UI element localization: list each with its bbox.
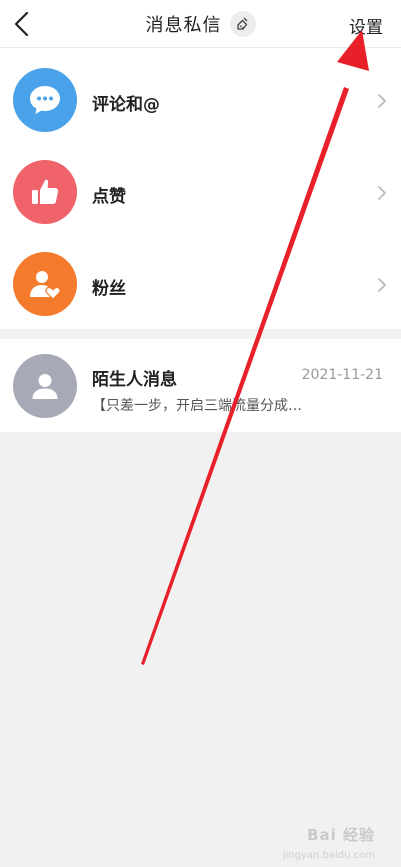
stranger-avatar: [13, 354, 77, 418]
row-comments-mentions[interactable]: 评论和@: [0, 48, 401, 140]
row-likes[interactable]: 点赞: [0, 140, 401, 232]
page-title: 消息私信: [145, 15, 222, 36]
chevron-right-icon: [378, 278, 386, 292]
chevron-right-icon: [378, 186, 386, 200]
broom-icon: [236, 17, 247, 30]
row-label-comments: 评论和@: [92, 95, 160, 115]
watermark-logo: Bai 经验: [307, 826, 375, 844]
top-nav-bar: 消息私信 设置: [0, 0, 401, 48]
fans-avatar: [13, 252, 77, 316]
row-label-fans: 粉丝: [92, 279, 126, 299]
thumbs-up-icon: [32, 179, 59, 204]
person-icon: [32, 374, 58, 399]
stranger-message-item[interactable]: 陌生人消息 2021-11-21 【只差一步，开启三端流量分成…: [0, 339, 401, 432]
comments-avatar: [13, 68, 77, 132]
chevron-right-icon: [378, 94, 386, 108]
likes-avatar: [13, 160, 77, 224]
stranger-title: 陌生人消息: [92, 370, 177, 390]
stranger-preview: 【只差一步，开启三端流量分成…: [92, 398, 302, 414]
stranger-date: 2021-11-21: [301, 367, 383, 383]
chat-bubble-icon: [30, 86, 60, 114]
back-icon[interactable]: [10, 10, 36, 38]
clear-unread-button[interactable]: [229, 11, 256, 37]
row-label-likes: 点赞: [92, 187, 126, 207]
watermark-url: jingyan.baidu.com: [282, 850, 375, 861]
notification-list: 评论和@ 点赞 粉丝: [0, 48, 401, 329]
row-fans[interactable]: 粉丝: [0, 232, 401, 324]
settings-button[interactable]: 设置: [349, 13, 383, 38]
person-heart-icon: [30, 271, 61, 300]
